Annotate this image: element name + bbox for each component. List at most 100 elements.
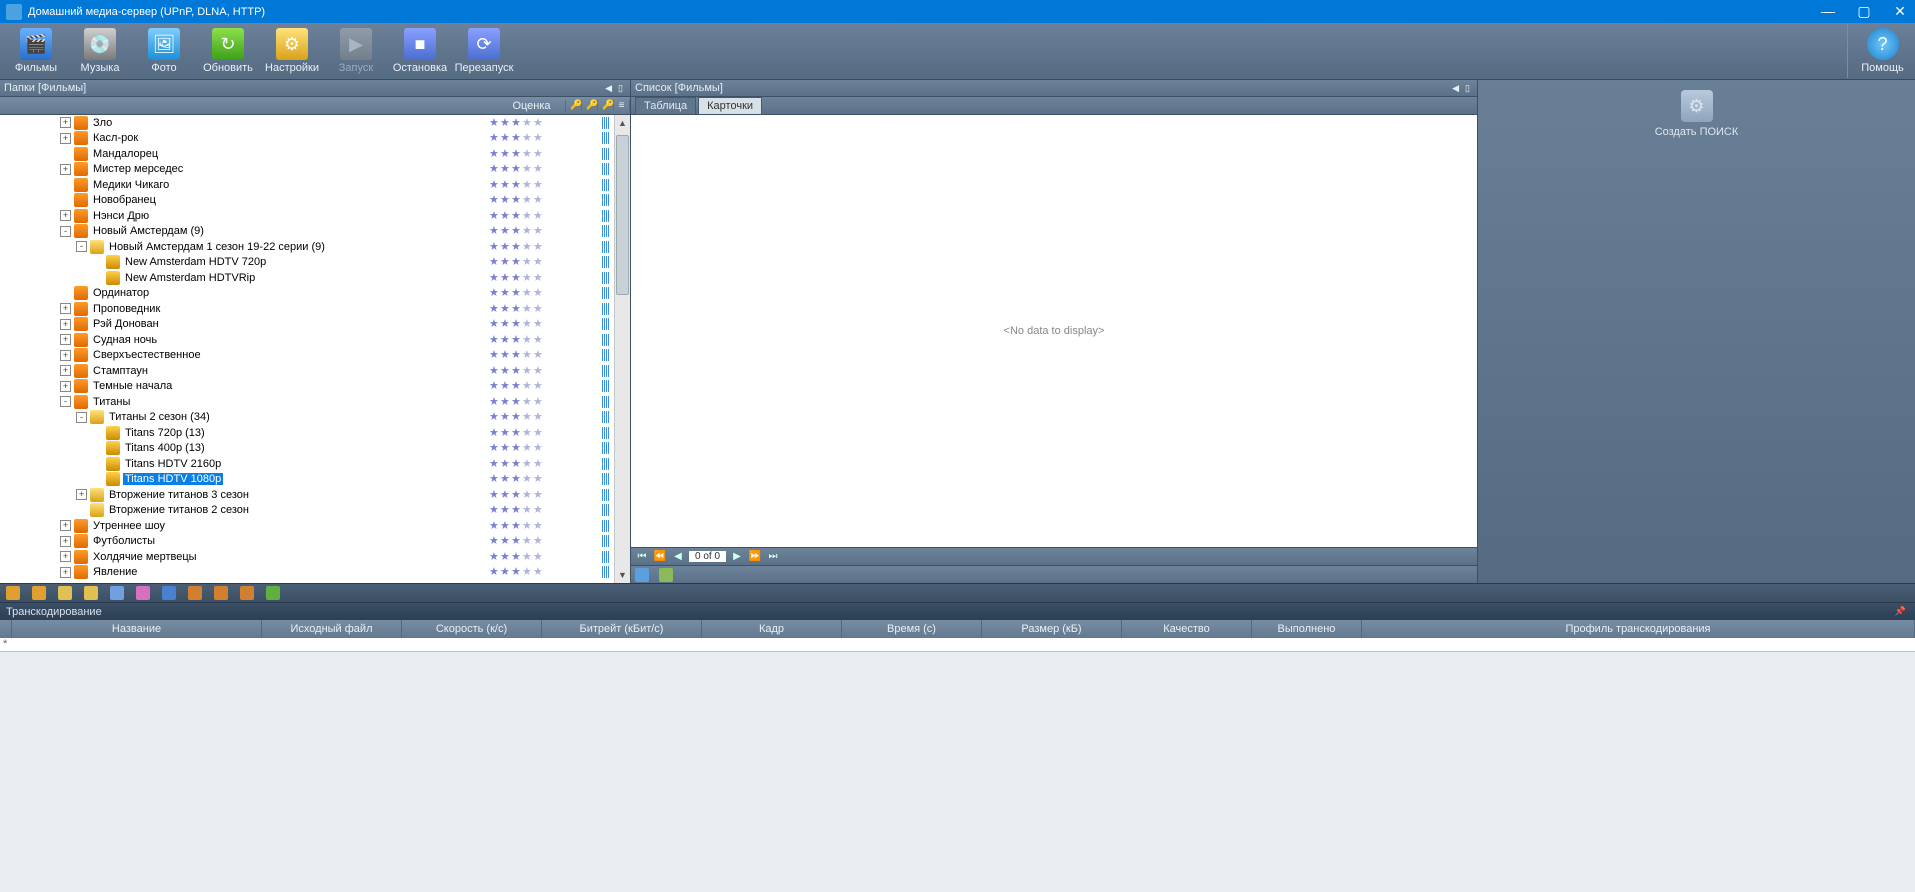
tree-bars-icon[interactable]: ≡ — [614, 100, 630, 111]
rating-stars[interactable]: ★★★★★ — [486, 381, 554, 391]
tc-col-size[interactable]: Размер (кБ) — [982, 620, 1122, 638]
bt-icon-3[interactable] — [58, 586, 72, 600]
expand-icon[interactable]: + — [60, 210, 71, 221]
tree-row[interactable]: +Явление★★★★★ — [0, 565, 614, 581]
list-close-icon[interactable]: ▯ — [1462, 83, 1473, 94]
rating-stars[interactable]: ★★★★★ — [486, 474, 554, 484]
scroll-thumb[interactable] — [616, 135, 629, 295]
stop-button[interactable]: ■Остановка — [388, 24, 452, 78]
side-create-label[interactable]: Создать — [1655, 126, 1697, 138]
rating-stars[interactable]: ★★★★★ — [486, 273, 554, 283]
rating-stars[interactable]: ★★★★★ — [486, 428, 554, 438]
collapse-icon[interactable]: - — [60, 226, 71, 237]
list-tool-2-icon[interactable] — [659, 568, 673, 582]
tree-row[interactable]: New Amsterdam HDTV 720p★★★★★ — [0, 255, 614, 271]
rating-stars[interactable]: ★★★★★ — [486, 149, 554, 159]
transcoding-grid[interactable]: * — [0, 638, 1915, 652]
tc-col-time[interactable]: Время (с) — [842, 620, 982, 638]
rating-stars[interactable]: ★★★★★ — [486, 459, 554, 469]
rating-stars[interactable]: ★★★★★ — [486, 567, 554, 577]
tree-row[interactable]: +Касл-рок★★★★★ — [0, 131, 614, 147]
tc-col-quality[interactable]: Качество — [1122, 620, 1252, 638]
expand-icon[interactable]: + — [60, 365, 71, 376]
panel-close-icon[interactable]: ▯ — [615, 83, 626, 94]
tree-rating-column[interactable]: Оценка — [498, 100, 566, 112]
tree-row[interactable]: +Нэнси Дрю★★★★★ — [0, 208, 614, 224]
tree-row[interactable]: Titans 400p (13)★★★★★ — [0, 441, 614, 457]
rating-stars[interactable]: ★★★★★ — [486, 133, 554, 143]
tree-row[interactable]: +Стамптаун★★★★★ — [0, 363, 614, 379]
tree-row[interactable]: +Сверхъестественное★★★★★ — [0, 348, 614, 364]
list-left-arrow-icon[interactable]: ◀ — [1449, 83, 1462, 94]
tab-cards[interactable]: Карточки — [698, 97, 762, 114]
maximize-button[interactable]: ▢ — [1855, 3, 1873, 20]
tree-row[interactable]: Ординатор★★★★★ — [0, 286, 614, 302]
tree-row[interactable]: Мандалорец★★★★★ — [0, 146, 614, 162]
rating-stars[interactable]: ★★★★★ — [486, 180, 554, 190]
bt-icon-8[interactable] — [188, 586, 202, 600]
rating-stars[interactable]: ★★★★★ — [486, 505, 554, 515]
nav-prev-icon[interactable]: ◀ — [671, 551, 685, 562]
nav-last-icon[interactable]: ⏭ — [766, 551, 780, 562]
tc-col-bitrate[interactable]: Битрейт (кБит/с) — [542, 620, 702, 638]
settings-button[interactable]: ⚙Настройки — [260, 24, 324, 78]
rating-stars[interactable]: ★★★★★ — [486, 319, 554, 329]
rating-stars[interactable]: ★★★★★ — [486, 164, 554, 174]
nav-next-icon[interactable]: ▶ — [730, 551, 744, 562]
refresh-button[interactable]: ↻Обновить — [196, 24, 260, 78]
minimize-button[interactable]: — — [1819, 3, 1837, 20]
scroll-up-icon[interactable]: ▲ — [615, 115, 630, 131]
tree-row[interactable]: +Зло★★★★★ — [0, 115, 614, 131]
rating-stars[interactable]: ★★★★★ — [486, 350, 554, 360]
tree-row[interactable]: +Утреннее шоу★★★★★ — [0, 518, 614, 534]
tree-row[interactable]: New Amsterdam HDTVRip★★★★★ — [0, 270, 614, 286]
tree-row[interactable]: Titans HDTV 1080p★★★★★ — [0, 472, 614, 488]
rating-stars[interactable]: ★★★★★ — [486, 366, 554, 376]
tree-row[interactable]: Titans HDTV 2160p★★★★★ — [0, 456, 614, 472]
panel-left-arrow-icon[interactable]: ◀ — [602, 83, 615, 94]
tree-row[interactable]: +Рэй Донован★★★★★ — [0, 317, 614, 333]
side-search-label[interactable]: ПОИСК — [1700, 126, 1739, 138]
nav-first-icon[interactable]: ⏮ — [635, 551, 649, 562]
expand-icon[interactable]: + — [60, 567, 71, 578]
rating-stars[interactable]: ★★★★★ — [486, 242, 554, 252]
tree-row[interactable]: Медики Чикаго★★★★★ — [0, 177, 614, 193]
bt-icon-10[interactable] — [240, 586, 254, 600]
expand-icon[interactable]: + — [60, 350, 71, 361]
tree-row[interactable]: Titans 720p (13)★★★★★ — [0, 425, 614, 441]
nav-prevpage-icon[interactable]: ⏪ — [653, 551, 667, 562]
tab-table[interactable]: Таблица — [635, 97, 696, 114]
rating-stars[interactable]: ★★★★★ — [486, 226, 554, 236]
tree-row[interactable]: +Мистер мерседес★★★★★ — [0, 162, 614, 178]
tree-row[interactable]: -Титаны★★★★★ — [0, 394, 614, 410]
expand-icon[interactable]: + — [76, 489, 87, 500]
bt-icon-1[interactable] — [6, 586, 20, 600]
music-button[interactable]: 💿Музыка — [68, 24, 132, 78]
rating-stars[interactable]: ★★★★★ — [486, 490, 554, 500]
bt-icon-5[interactable] — [110, 586, 124, 600]
tc-col-frame[interactable]: Кадр — [702, 620, 842, 638]
bt-icon-11[interactable] — [266, 586, 280, 600]
films-button[interactable]: 🎬Фильмы — [4, 24, 68, 78]
expand-icon[interactable]: + — [60, 334, 71, 345]
tc-col-done[interactable]: Выполнено — [1252, 620, 1362, 638]
collapse-icon[interactable]: - — [76, 412, 87, 423]
tree-row[interactable]: +Проповедник★★★★★ — [0, 301, 614, 317]
tc-col-profile[interactable]: Профиль транскодирования — [1362, 620, 1915, 638]
rating-stars[interactable]: ★★★★★ — [486, 412, 554, 422]
restart-button[interactable]: ⟳Перезапуск — [452, 24, 516, 78]
close-button[interactable]: ✕ — [1891, 3, 1909, 20]
rating-stars[interactable]: ★★★★★ — [486, 118, 554, 128]
tc-col-marker[interactable] — [0, 620, 12, 638]
expand-icon[interactable]: + — [60, 381, 71, 392]
help-button[interactable]: ?Помощь — [1847, 24, 1911, 78]
tree-row[interactable]: +Темные начала★★★★★ — [0, 379, 614, 395]
tree-row[interactable]: -Новый Амстердам (9)★★★★★ — [0, 224, 614, 240]
rating-stars[interactable]: ★★★★★ — [486, 536, 554, 546]
expand-icon[interactable]: + — [60, 551, 71, 562]
tree-key-icon[interactable]: 🔑 — [566, 100, 582, 111]
tc-col-source[interactable]: Исходный файл — [262, 620, 402, 638]
expand-icon[interactable]: + — [60, 117, 71, 128]
gear-search-icon[interactable]: ⚙ — [1681, 90, 1713, 122]
tree-row[interactable]: -Титаны 2 сезон (34)★★★★★ — [0, 410, 614, 426]
